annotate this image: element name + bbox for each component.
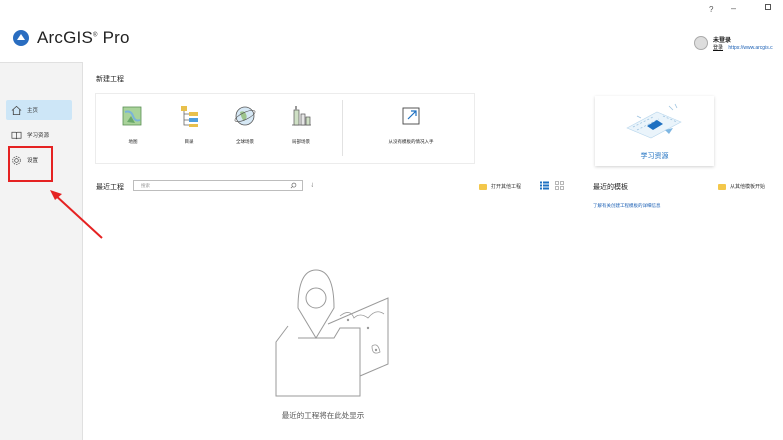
globe-icon xyxy=(234,106,256,126)
sidebar-item-label: 学习资源 xyxy=(27,133,50,139)
template-global-scene[interactable]: 全球场景 xyxy=(220,104,270,145)
login-link[interactable]: 登录 xyxy=(713,45,723,51)
user-links: 登录 https://www.arcgis.c xyxy=(713,44,773,51)
panel-divider xyxy=(342,100,343,156)
search-input[interactable]: 搜索 xyxy=(133,180,303,191)
open-external-icon xyxy=(402,107,420,125)
open-other-label: 打开其他工程 xyxy=(491,184,522,190)
template-local-scene[interactable]: 局部场景 xyxy=(276,104,326,145)
grid-view-icon[interactable] xyxy=(555,181,564,190)
open-other-project-button[interactable]: 打开其他工程 xyxy=(479,183,521,190)
start-from-other-template-button[interactable]: 从其他模板开始 xyxy=(718,183,765,190)
book-icon xyxy=(11,131,22,139)
learning-card-label: 学习资源 xyxy=(640,153,669,160)
learning-resources-card[interactable]: 学习资源 xyxy=(595,96,714,166)
sidebar-item-home[interactable]: 主页 xyxy=(6,100,72,120)
home-icon xyxy=(11,105,22,115)
template-map[interactable]: 地图 xyxy=(108,104,158,145)
empty-projects-message: 最近的工程将在此处显示 xyxy=(281,411,365,420)
portal-url-link[interactable]: https://www.arcgis.c xyxy=(728,45,772,51)
new-project-panel: 地图 目录 全球场景 局部场景 从没有模板的情况入手 xyxy=(96,94,474,163)
arcgis-logo-icon xyxy=(13,30,29,46)
folder-icon xyxy=(479,183,487,190)
minimize-button[interactable]: – xyxy=(731,3,736,13)
sidebar-item-label: 主页 xyxy=(27,108,39,114)
template-catalog[interactable]: 目录 xyxy=(164,104,214,145)
start-without-label: 从其他模板开始 xyxy=(730,184,766,190)
new-project-title: 新建工程 xyxy=(96,76,124,83)
learning-illustration-icon xyxy=(626,103,682,139)
catalog-icon xyxy=(181,106,198,127)
list-view-icon[interactable] xyxy=(540,181,549,190)
map-icon xyxy=(122,106,142,126)
folder-icon xyxy=(718,183,726,190)
help-button[interactable]: ? xyxy=(709,5,713,14)
maximize-button[interactable] xyxy=(765,4,771,10)
local-scene-icon xyxy=(292,106,311,126)
templates-info-link[interactable]: 了解有关创建工程模板的详细信息 xyxy=(593,203,661,209)
sort-icon[interactable]: ⇃ xyxy=(310,182,315,189)
annotation-highlight-box xyxy=(8,146,53,182)
recent-templates-title: 最近的模板 xyxy=(593,184,628,191)
empty-projects-illustration xyxy=(275,269,389,397)
user-name: 未登录 xyxy=(713,38,732,44)
search-placeholder: 搜索 xyxy=(141,183,150,188)
avatar[interactable] xyxy=(694,36,708,50)
template-start-without[interactable]: 从没有模板的情况入手 xyxy=(366,104,456,145)
app-title: ArcGIS® Pro xyxy=(37,28,130,47)
sidebar-item-learning[interactable]: 学习资源 xyxy=(6,125,72,145)
recent-projects-title: 最近工程 xyxy=(96,184,124,191)
search-icon xyxy=(290,182,297,189)
